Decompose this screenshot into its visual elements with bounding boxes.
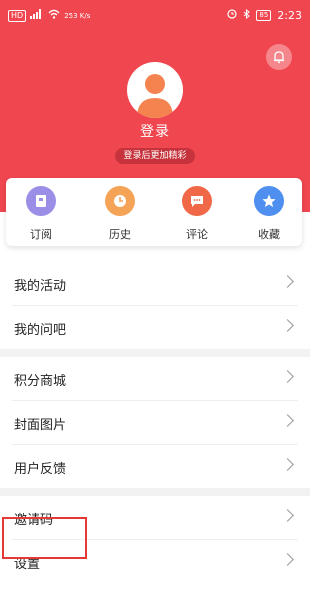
login-button[interactable]: 登录 — [0, 121, 310, 141]
wifi-icon — [48, 9, 60, 22]
battery-level: 85 — [256, 10, 272, 21]
quick-action-comment[interactable]: 评论 — [167, 186, 227, 242]
chevron-right-icon — [281, 458, 294, 471]
login-subtitle: 登录后更加精彩 — [115, 148, 195, 164]
settings-highlight-box — [2, 517, 87, 559]
chevron-right-icon — [281, 509, 294, 522]
chevron-right-icon — [281, 370, 294, 383]
quick-action-history[interactable]: 历史 — [90, 186, 150, 242]
chevron-right-icon — [281, 319, 294, 332]
menu-item-my-activities[interactable]: 我的活动 — [12, 262, 298, 306]
bluetooth-icon — [243, 8, 251, 22]
menu-item-label: 封面图片 — [14, 418, 67, 433]
user-avatar-icon — [137, 74, 173, 118]
alarm-icon — [227, 9, 237, 22]
quick-action-label: 收藏 — [258, 228, 280, 241]
network-type-badge: HD — [8, 9, 27, 22]
network-speed: 253 K/s — [64, 11, 91, 20]
comment-icon — [182, 186, 212, 216]
status-left: HD 253 K/s — [8, 9, 90, 22]
signal-icon — [30, 9, 44, 22]
star-icon — [254, 186, 284, 216]
menu-item-points-mall[interactable]: 积分商城 — [12, 357, 298, 401]
menu-item-label: 积分商城 — [14, 374, 67, 389]
chevron-right-icon — [281, 414, 294, 427]
section-divider — [0, 488, 310, 496]
battery-icon: 85 — [256, 10, 272, 21]
menu-item-label: 我的活动 — [14, 279, 67, 294]
subscribe-icon — [26, 186, 56, 216]
quick-action-label: 订阅 — [30, 228, 52, 241]
menu-item-label: 用户反馈 — [14, 462, 67, 477]
menu-item-cover-image[interactable]: 封面图片 — [12, 401, 298, 445]
quick-action-label: 评论 — [186, 228, 208, 241]
quick-action-label: 历史 — [109, 228, 131, 241]
menu-item-feedback[interactable]: 用户反馈 — [12, 445, 298, 488]
bell-icon[interactable] — [266, 44, 292, 70]
quick-action-subscribe[interactable]: 订阅 — [11, 186, 71, 242]
clock: 2:23 — [277, 9, 302, 22]
section-divider — [0, 349, 310, 357]
history-icon — [105, 186, 135, 216]
quick-action-favorites[interactable]: 收藏 — [239, 186, 299, 242]
chevron-right-icon — [281, 553, 294, 566]
status-bar: HD 253 K/s 85 2:23 — [0, 0, 310, 34]
menu-item-label: 我的问吧 — [14, 323, 67, 338]
status-right: 85 2:23 — [227, 8, 302, 22]
avatar[interactable] — [127, 62, 183, 118]
menu-item-my-questions[interactable]: 我的问吧 — [12, 306, 298, 349]
quick-actions-card: 订阅 历史 评论 收藏 — [6, 178, 302, 246]
chevron-right-icon — [281, 275, 294, 288]
